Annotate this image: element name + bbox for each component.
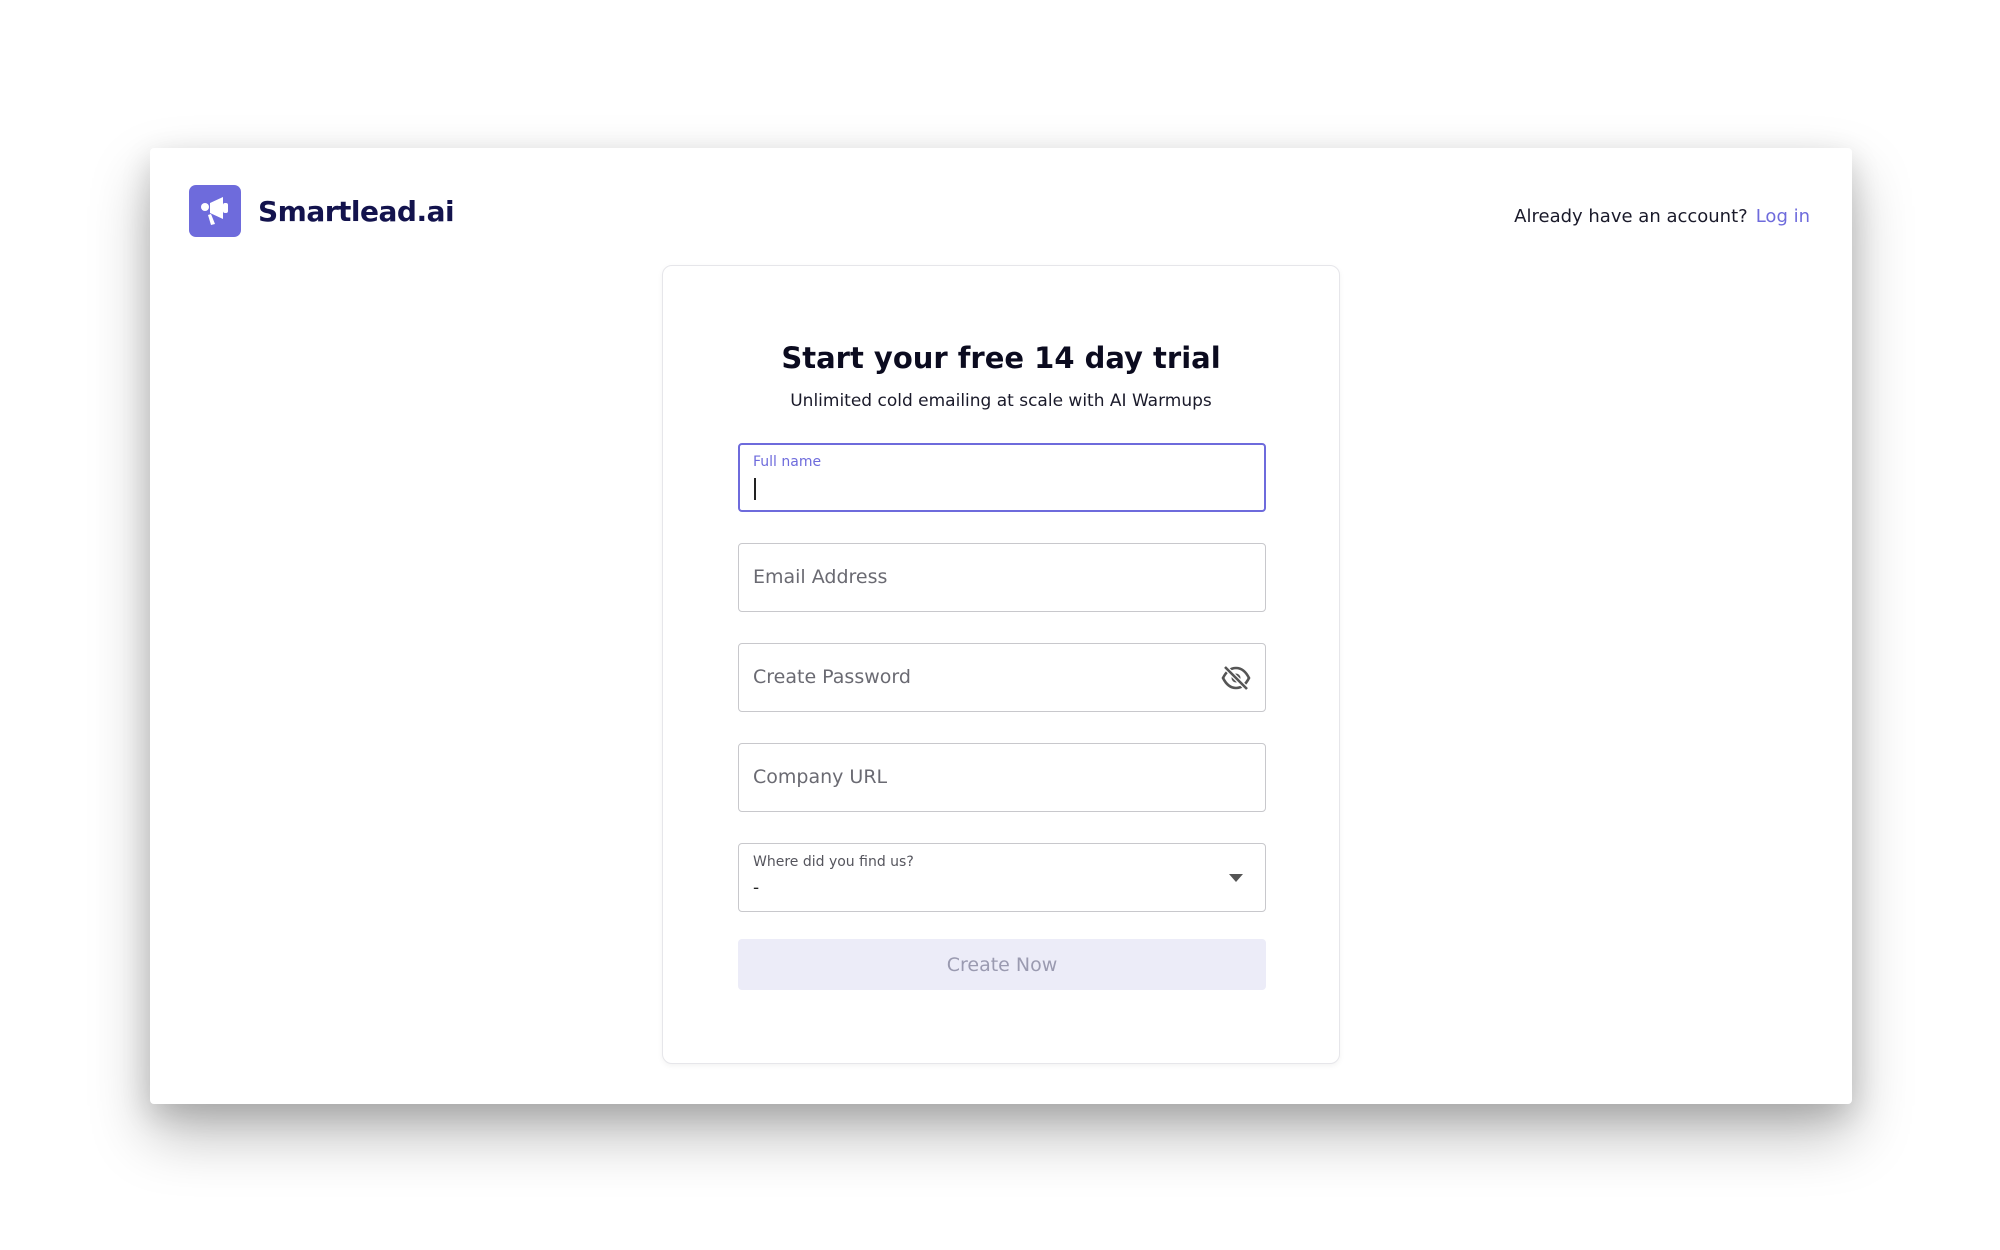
- brand-logo[interactable]: Smartlead.ai: [189, 185, 455, 237]
- login-prompt: Already have an account? Log in: [1514, 206, 1810, 227]
- company-url-field[interactable]: Company URL: [738, 743, 1266, 812]
- create-now-button[interactable]: Create Now: [738, 939, 1266, 990]
- email-placeholder: Email Address: [753, 566, 888, 588]
- login-link[interactable]: Log in: [1756, 206, 1810, 227]
- full-name-field[interactable]: Full name: [738, 443, 1266, 512]
- password-field[interactable]: Create Password: [738, 643, 1266, 712]
- email-field[interactable]: Email Address: [738, 543, 1266, 612]
- text-cursor: [754, 478, 756, 500]
- browser-window: Smartlead.ai Already have an account? Lo…: [150, 148, 1852, 1104]
- caret-down-icon[interactable]: [1221, 864, 1251, 892]
- source-label: Where did you find us?: [753, 854, 914, 870]
- source-select[interactable]: Where did you find us? -: [738, 843, 1266, 912]
- page-title: Start your free 14 day trial: [781, 341, 1221, 375]
- company-url-placeholder: Company URL: [753, 766, 888, 788]
- full-name-label: Full name: [753, 454, 822, 470]
- source-value: -: [753, 878, 760, 898]
- brand-name: Smartlead.ai: [258, 194, 455, 228]
- page-subtitle: Unlimited cold emailing at scale with AI…: [790, 391, 1212, 411]
- eye-off-icon[interactable]: [1221, 664, 1251, 692]
- account-prompt-text: Already have an account?: [1514, 206, 1748, 227]
- password-placeholder: Create Password: [753, 666, 911, 688]
- signup-card: Start your free 14 day trial Unlimited c…: [662, 265, 1340, 1064]
- megaphone-icon: [189, 185, 241, 237]
